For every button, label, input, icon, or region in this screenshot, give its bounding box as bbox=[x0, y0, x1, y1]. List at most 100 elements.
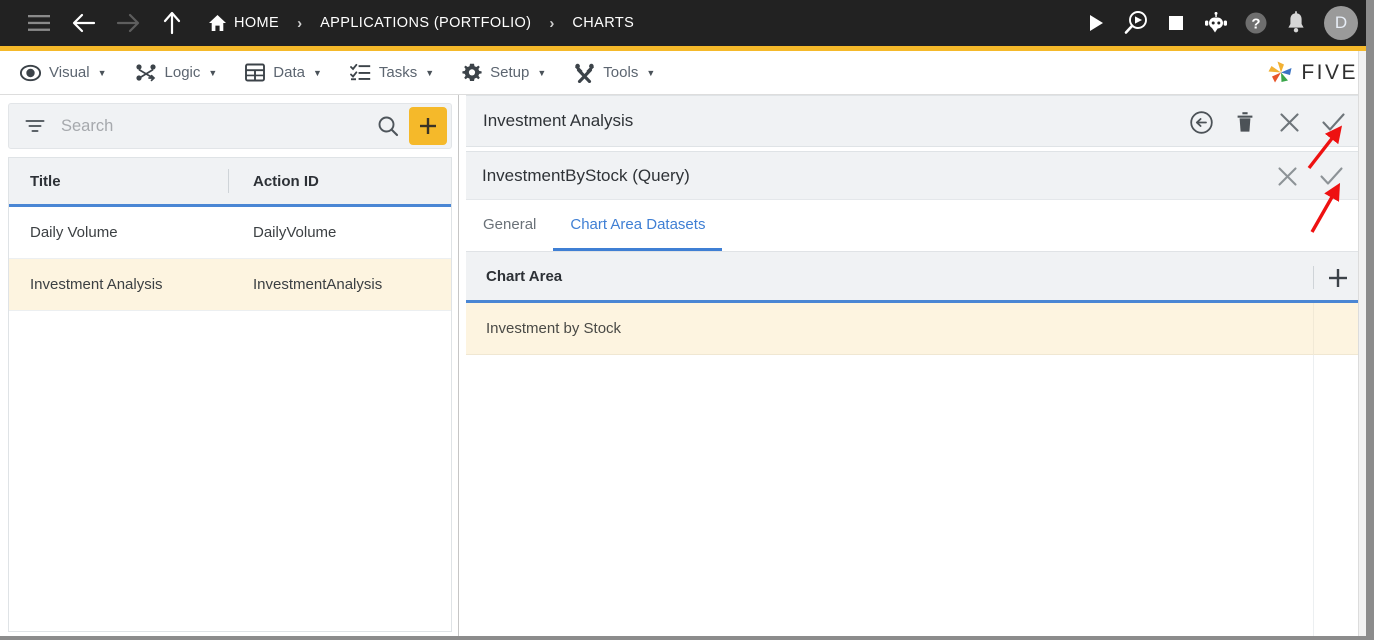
gear-icon bbox=[462, 63, 482, 83]
column-header-title[interactable]: Title bbox=[9, 173, 228, 190]
vertical-scrollbar[interactable] bbox=[1358, 51, 1366, 640]
cell-divider bbox=[1313, 355, 1314, 640]
left-sidebar: Title Action ID Daily Volume DailyVolume… bbox=[0, 95, 459, 640]
chevron-down-icon: ▼ bbox=[537, 67, 547, 78]
menu-item-setup[interactable]: Setup ▼ bbox=[448, 51, 560, 95]
chevron-down-icon: ▼ bbox=[208, 67, 218, 78]
cell-chart-area: Investment by Stock bbox=[486, 320, 622, 337]
table-row[interactable]: Investment by Stock bbox=[466, 303, 1365, 355]
actions-grid: Title Action ID Daily Volume DailyVolume… bbox=[8, 157, 452, 632]
help-question-icon[interactable]: ? bbox=[1236, 0, 1276, 46]
logic-nodes-icon bbox=[135, 63, 157, 82]
arrow-up-icon[interactable] bbox=[150, 0, 194, 46]
breadcrumb-label: CHARTS bbox=[572, 15, 635, 31]
breadcrumb-item-charts[interactable]: CHARTS bbox=[572, 15, 634, 31]
table-row[interactable]: Investment Analysis InvestmentAnalysis bbox=[9, 259, 451, 311]
panel-header-actions bbox=[1179, 96, 1355, 148]
chevron-down-icon: ▼ bbox=[646, 67, 656, 78]
subpanel-title: InvestmentByStock (Query) bbox=[482, 165, 690, 185]
grid-header-row: Title Action ID bbox=[9, 158, 451, 207]
breadcrumb-item-applications[interactable]: APPLICATIONS (PORTFOLIO) bbox=[320, 15, 531, 31]
chart-area-grid-header: Chart Area bbox=[466, 252, 1365, 303]
subpanel-tabs: General Chart Area Datasets bbox=[466, 200, 1365, 252]
menu-item-label: Tasks bbox=[378, 64, 418, 81]
arrow-left-icon[interactable] bbox=[62, 0, 106, 46]
column-divider[interactable] bbox=[1313, 266, 1314, 289]
tools-crossed-icon bbox=[574, 63, 595, 83]
top-navigation-bar: HOME › APPLICATIONS (PORTFOLIO) › CHARTS bbox=[0, 0, 1374, 46]
menu-item-data[interactable]: Data ▼ bbox=[231, 51, 336, 95]
cell-title: Investment Analysis bbox=[30, 276, 163, 293]
cell-title: Daily Volume bbox=[30, 224, 118, 241]
stop-square-icon[interactable] bbox=[1156, 0, 1196, 46]
menu-item-label: Setup bbox=[490, 64, 530, 81]
column-header-chart-area[interactable]: Chart Area bbox=[486, 268, 562, 285]
debug-search-play-icon[interactable] bbox=[1116, 0, 1156, 46]
revert-undo-icon[interactable] bbox=[1179, 96, 1223, 148]
chevron-down-icon: ▼ bbox=[312, 67, 322, 78]
menu-item-logic[interactable]: Logic ▼ bbox=[121, 51, 232, 95]
chart-area-grid-empty-space bbox=[466, 355, 1365, 640]
hamburger-menu-icon[interactable] bbox=[16, 0, 62, 46]
cell-action-id: InvestmentAnalysis bbox=[253, 276, 383, 293]
notifications-bell-icon[interactable] bbox=[1276, 0, 1316, 46]
table-row[interactable]: Daily Volume DailyVolume bbox=[9, 207, 451, 259]
menu-item-tools[interactable]: Tools ▼ bbox=[560, 51, 669, 95]
subpanel-header-actions bbox=[1265, 152, 1353, 200]
tab-label: Chart Area Datasets bbox=[570, 215, 706, 233]
subpanel-header: InvestmentByStock (Query) bbox=[466, 152, 1365, 200]
search-magnifier-icon[interactable] bbox=[377, 115, 399, 137]
eye-icon bbox=[20, 64, 41, 82]
breadcrumb-label: APPLICATIONS (PORTFOLIO) bbox=[320, 15, 532, 31]
window-bottom-edge bbox=[0, 636, 1374, 640]
menu-item-tasks[interactable]: Tasks ▼ bbox=[336, 51, 448, 95]
breadcrumb-separator: › bbox=[297, 14, 303, 32]
brand-name: FIVE bbox=[1301, 61, 1358, 84]
run-play-icon[interactable] bbox=[1076, 0, 1116, 46]
table-grid-icon bbox=[245, 63, 266, 82]
close-x-icon[interactable] bbox=[1267, 96, 1311, 148]
avatar[interactable]: D bbox=[1324, 6, 1358, 40]
add-chart-area-button[interactable] bbox=[1327, 252, 1349, 303]
add-record-button[interactable] bbox=[409, 107, 447, 145]
arrow-right-icon[interactable] bbox=[106, 0, 150, 46]
search-input[interactable] bbox=[61, 116, 377, 136]
column-header-action-id[interactable]: Action ID bbox=[229, 173, 319, 190]
five-brand-logo: FIVE bbox=[1266, 51, 1358, 95]
window-scrollbar-track[interactable] bbox=[1366, 0, 1374, 640]
panel-header: Investment Analysis bbox=[466, 95, 1366, 147]
menu-item-label: Tools bbox=[603, 64, 639, 81]
chevron-down-icon: ▼ bbox=[97, 67, 107, 78]
cell-divider bbox=[1313, 303, 1314, 355]
chevron-down-icon: ▼ bbox=[425, 67, 435, 78]
menu-item-visual[interactable]: Visual ▼ bbox=[6, 51, 121, 95]
page-title: Investment Analysis bbox=[483, 111, 634, 130]
five-star-logo-icon bbox=[1268, 61, 1292, 83]
chatbot-robot-icon[interactable] bbox=[1196, 0, 1236, 46]
task-list-icon bbox=[350, 63, 371, 82]
tab-chart-area-datasets[interactable]: Chart Area Datasets bbox=[553, 200, 723, 251]
menu-item-label: Visual bbox=[49, 64, 90, 81]
svg-text:?: ? bbox=[1251, 15, 1260, 32]
menu-item-label: Logic bbox=[164, 64, 201, 81]
save-check-icon[interactable] bbox=[1309, 152, 1353, 200]
breadcrumb-label: HOME bbox=[234, 15, 280, 31]
record-editor-panel: Investment Analysis InvestmentByStock (Q… bbox=[466, 95, 1366, 640]
cell-action-id: DailyVolume bbox=[253, 224, 337, 241]
breadcrumb: HOME › APPLICATIONS (PORTFOLIO) › CHARTS bbox=[208, 0, 634, 46]
home-icon bbox=[209, 15, 226, 31]
menu-item-label: Data bbox=[273, 64, 305, 81]
query-subpanel: InvestmentByStock (Query) General Chart … bbox=[466, 151, 1366, 640]
application-menu-bar: Visual ▼ Logic ▼ Data ▼ Tasks ▼ Setup ▼ … bbox=[0, 51, 1374, 95]
tab-label: General bbox=[483, 215, 537, 233]
breadcrumb-item-home[interactable]: HOME bbox=[208, 14, 279, 32]
breadcrumb-separator: › bbox=[549, 14, 555, 32]
tab-general[interactable]: General bbox=[466, 200, 553, 251]
delete-trash-icon[interactable] bbox=[1223, 96, 1267, 148]
close-x-icon[interactable] bbox=[1265, 152, 1309, 200]
top-bar-actions: ? D bbox=[1076, 0, 1362, 46]
save-check-icon[interactable] bbox=[1311, 96, 1355, 148]
app-window: HOME › APPLICATIONS (PORTFOLIO) › CHARTS bbox=[0, 0, 1374, 640]
search-bar bbox=[8, 103, 452, 149]
filter-icon[interactable] bbox=[25, 119, 45, 133]
